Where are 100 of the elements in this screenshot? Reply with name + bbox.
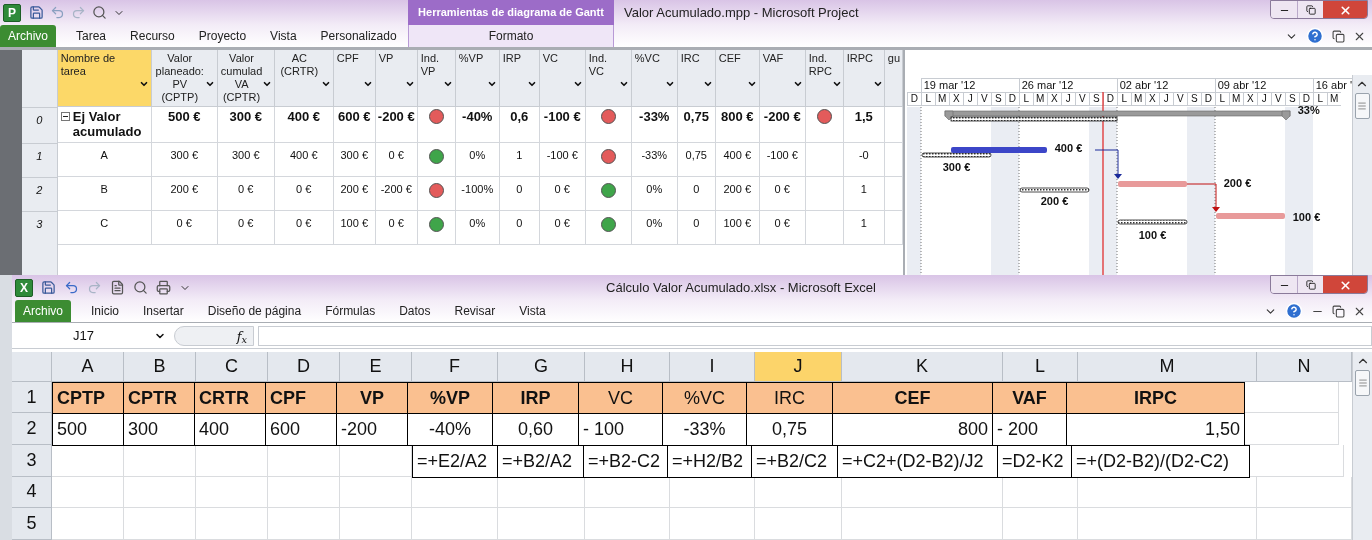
ribbon-tab[interactable]: Recurso bbox=[118, 25, 187, 47]
close-button[interactable] bbox=[1323, 276, 1367, 293]
column-header[interactable]: VC bbox=[539, 50, 586, 106]
restore-icon[interactable] bbox=[1332, 304, 1345, 318]
empty-cell[interactable] bbox=[196, 476, 268, 509]
app-icon[interactable]: X bbox=[15, 278, 33, 297]
ribbon-tab[interactable]: Fórmulas bbox=[313, 300, 388, 322]
empty-cell[interactable] bbox=[268, 508, 340, 540]
row-header[interactable]: 4 bbox=[12, 476, 52, 509]
ribbon-tab[interactable]: Diseño de página bbox=[195, 300, 314, 322]
column-header[interactable]: IRC bbox=[677, 50, 716, 106]
save-icon[interactable] bbox=[29, 5, 44, 20]
column-header[interactable]: J bbox=[755, 352, 842, 382]
empty-cell[interactable] bbox=[1078, 508, 1257, 540]
print-icon[interactable] bbox=[156, 280, 171, 295]
empty-cell[interactable] bbox=[196, 508, 268, 540]
ribbon-tab[interactable]: Proyecto bbox=[186, 25, 259, 47]
column-header[interactable]: Ind. RPC bbox=[805, 50, 844, 106]
column-header[interactable]: C bbox=[196, 352, 268, 382]
scroll-thumb[interactable] bbox=[1355, 370, 1370, 396]
empty-cell[interactable] bbox=[268, 476, 340, 509]
vertical-scrollbar[interactable] bbox=[1352, 75, 1372, 275]
vertical-scrollbar[interactable] bbox=[1352, 352, 1372, 540]
empty-cell[interactable] bbox=[124, 445, 196, 477]
row-header[interactable]: 5 bbox=[12, 508, 52, 540]
column-header[interactable]: G bbox=[498, 352, 585, 382]
collapse-icon[interactable] bbox=[60, 112, 70, 121]
column-header[interactable]: VP bbox=[375, 50, 418, 106]
ribbon-tab[interactable]: Vista bbox=[258, 25, 309, 47]
restore-button[interactable] bbox=[1297, 1, 1323, 18]
empty-cell[interactable] bbox=[1003, 476, 1078, 509]
restore-button[interactable] bbox=[1297, 276, 1323, 293]
empty-cell[interactable] bbox=[412, 508, 498, 540]
ribbon-tab[interactable]: Inicio bbox=[79, 300, 132, 322]
column-header[interactable]: IRPC bbox=[843, 50, 885, 106]
column-header[interactable]: AC (CRTR) bbox=[274, 50, 334, 106]
column-header[interactable]: H bbox=[585, 352, 670, 382]
empty-cell[interactable] bbox=[755, 508, 842, 540]
column-header[interactable]: A bbox=[52, 352, 124, 382]
file-tab[interactable]: Archivo bbox=[0, 25, 56, 47]
document-icon[interactable] bbox=[110, 280, 125, 295]
ribbon-tab[interactable]: Personalizado bbox=[308, 25, 409, 47]
empty-cell[interactable] bbox=[842, 476, 1003, 509]
contextual-tab[interactable]: Formato bbox=[408, 25, 614, 47]
column-header[interactable]: Nombre de tarea bbox=[57, 50, 152, 106]
empty-cell[interactable] bbox=[196, 445, 268, 477]
empty-cell[interactable] bbox=[670, 476, 755, 509]
column-header[interactable]: M bbox=[1078, 352, 1257, 382]
column-header[interactable]: Valor planeado: PV (CPTP) bbox=[151, 50, 218, 106]
empty-cell[interactable] bbox=[498, 476, 585, 509]
empty-cell[interactable] bbox=[585, 476, 670, 509]
empty-cell[interactable] bbox=[585, 508, 670, 540]
ribbon-tab[interactable]: Revisar bbox=[442, 300, 508, 322]
table-cell[interactable]: =+E2/A2 bbox=[412, 445, 498, 478]
column-header[interactable]: Ind. VP bbox=[417, 50, 456, 106]
app-icon[interactable]: P bbox=[3, 3, 21, 22]
ribbon-tab[interactable]: Vista bbox=[507, 300, 558, 322]
column-header[interactable]: %VC bbox=[631, 50, 678, 106]
column-header[interactable]: K bbox=[842, 352, 1003, 382]
empty-cell[interactable] bbox=[670, 508, 755, 540]
undo-icon[interactable] bbox=[64, 280, 79, 295]
column-header[interactable]: I bbox=[670, 352, 755, 382]
scroll-thumb[interactable] bbox=[1355, 93, 1370, 119]
row-header[interactable]: 2 bbox=[12, 413, 52, 445]
help-icon[interactable] bbox=[1306, 27, 1324, 45]
empty-cell[interactable] bbox=[1078, 476, 1257, 509]
empty-cell[interactable] bbox=[124, 476, 196, 509]
column-header[interactable]: VAF bbox=[759, 50, 806, 106]
empty-cell[interactable] bbox=[498, 508, 585, 540]
ribbon-tab[interactable]: Tarea bbox=[64, 25, 119, 47]
column-header[interactable]: E bbox=[340, 352, 412, 382]
empty-cell[interactable] bbox=[268, 445, 340, 477]
empty-cell[interactable] bbox=[412, 476, 498, 509]
column-header[interactable]: N bbox=[1257, 352, 1352, 382]
preview-icon[interactable] bbox=[92, 5, 107, 20]
table-cell[interactable]: 500 bbox=[52, 413, 124, 446]
column-header[interactable]: Valor cumulad VA (CPTR) bbox=[217, 50, 275, 106]
ribbon-tab[interactable]: Datos bbox=[387, 300, 443, 322]
restore-icon[interactable] bbox=[1332, 29, 1345, 43]
column-header[interactable]: F bbox=[412, 352, 498, 382]
insert-function-button[interactable]: f$_{x}$ bbox=[174, 325, 254, 346]
column-header[interactable]: Ind. VC bbox=[585, 50, 632, 106]
save-icon[interactable] bbox=[41, 280, 56, 295]
help-icon[interactable] bbox=[1285, 302, 1303, 320]
empty-cell[interactable] bbox=[842, 508, 1003, 540]
column-header[interactable]: %VP bbox=[455, 50, 500, 106]
row-header[interactable]: 1 bbox=[12, 381, 52, 414]
column-header[interactable]: CPF bbox=[333, 50, 376, 106]
column-header[interactable]: B bbox=[124, 352, 196, 382]
empty-cell[interactable] bbox=[124, 508, 196, 540]
file-tab[interactable]: Archivo bbox=[15, 300, 71, 322]
column-header[interactable]: D bbox=[268, 352, 340, 382]
empty-cell[interactable] bbox=[340, 508, 412, 540]
close-button[interactable] bbox=[1323, 1, 1367, 18]
preview-icon[interactable] bbox=[133, 280, 148, 295]
empty-cell[interactable] bbox=[340, 476, 412, 509]
table-cell[interactable]: =+(D2-B2)/(D2-C2) bbox=[1071, 445, 1250, 478]
column-header[interactable]: CEF bbox=[715, 50, 760, 106]
empty-cell[interactable] bbox=[755, 476, 842, 509]
column-header[interactable]: IRP bbox=[499, 50, 540, 106]
